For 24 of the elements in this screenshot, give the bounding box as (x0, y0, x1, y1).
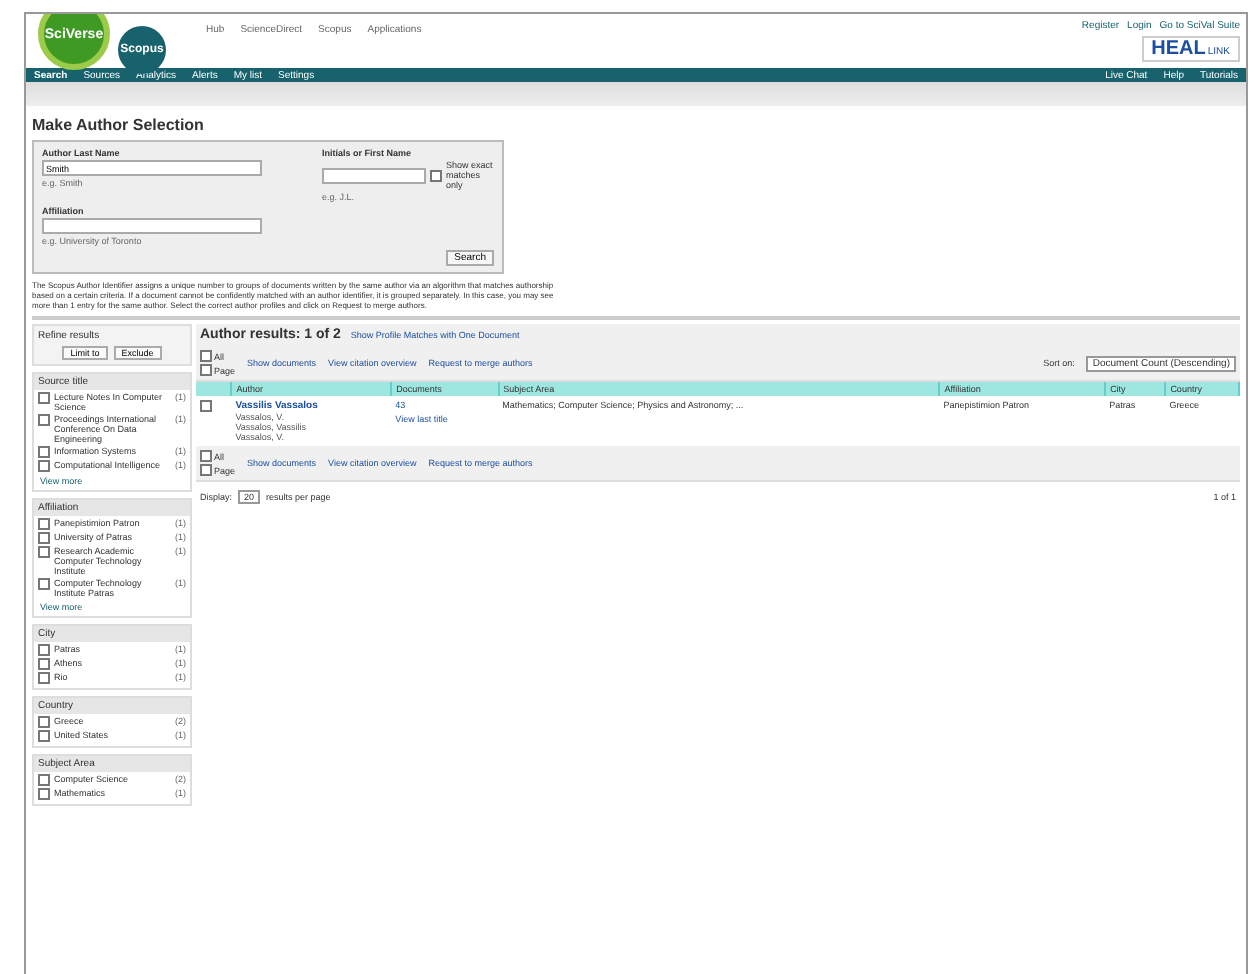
checkbox[interactable] (200, 464, 212, 476)
checkbox[interactable] (38, 788, 50, 800)
checkbox[interactable] (38, 414, 50, 426)
checkbox[interactable] (38, 644, 50, 656)
checkbox[interactable] (200, 400, 212, 412)
checkbox[interactable] (38, 518, 50, 530)
first-name-field[interactable] (322, 167, 426, 183)
checkbox[interactable] (38, 446, 50, 458)
checkbox[interactable] (200, 364, 212, 376)
checkbox[interactable] (430, 169, 442, 181)
checkbox[interactable] (38, 774, 50, 786)
affiliation-field[interactable] (42, 218, 262, 234)
checkbox[interactable] (200, 450, 212, 462)
page-title: Make Author Selection (32, 116, 206, 134)
checkbox[interactable] (38, 392, 50, 404)
checkbox[interactable] (38, 672, 50, 684)
checkbox[interactable] (38, 532, 50, 544)
checkbox[interactable] (38, 730, 50, 742)
checkbox[interactable] (38, 578, 50, 590)
checkbox[interactable] (38, 716, 50, 728)
checkbox[interactable] (200, 350, 212, 362)
checkbox[interactable] (38, 658, 50, 670)
checkbox[interactable] (38, 460, 50, 472)
checkbox[interactable] (38, 546, 50, 558)
